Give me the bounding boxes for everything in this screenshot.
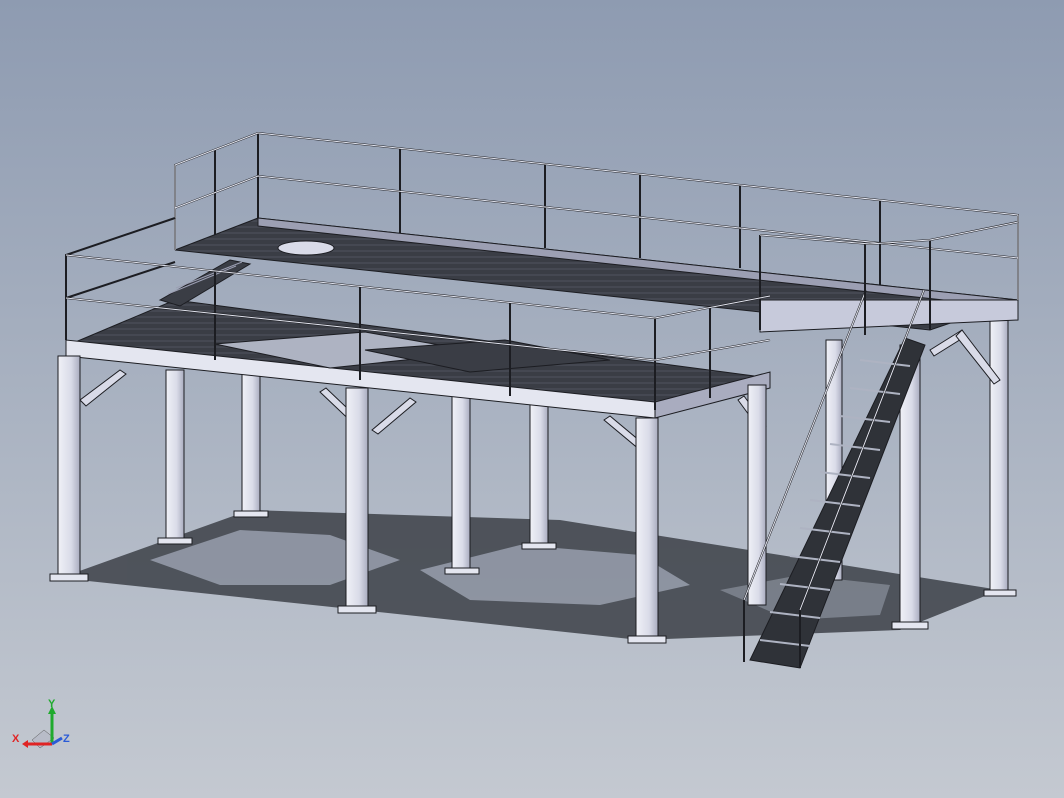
triad-x-label: X bbox=[12, 733, 20, 745]
triad-y-label: Y bbox=[48, 698, 56, 710]
graphics-viewport[interactable]: Y X Z bbox=[0, 0, 1064, 798]
roof-hatch bbox=[277, 240, 335, 256]
view-orientation-triad[interactable]: Y X Z bbox=[10, 698, 74, 758]
model-view[interactable] bbox=[0, 0, 1064, 798]
triad-z-label: Z bbox=[63, 733, 70, 745]
